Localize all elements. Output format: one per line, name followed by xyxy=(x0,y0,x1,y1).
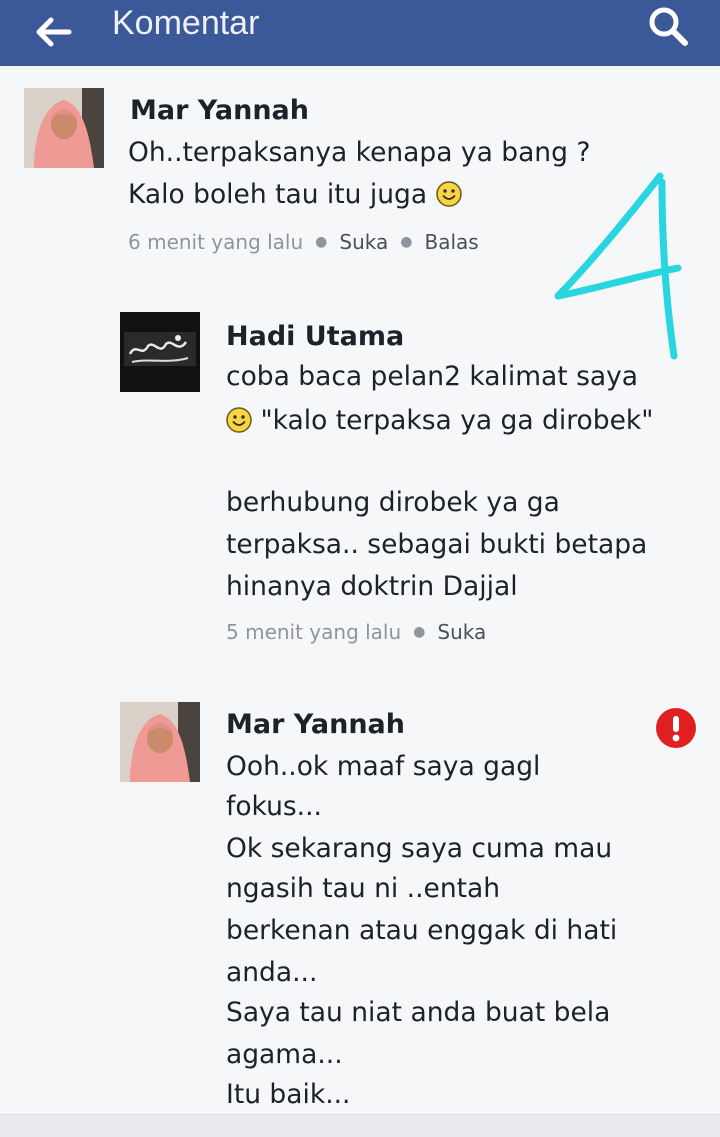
comment-text-line: agama... xyxy=(226,1039,343,1070)
back-button[interactable] xyxy=(30,12,76,52)
comment-timestamp: 6 menit yang lalu xyxy=(128,230,304,254)
comment-text-line: ngasih tau ni ..entah xyxy=(226,873,501,904)
avatar[interactable] xyxy=(120,312,200,392)
comment-text-line: Saya tau niat anda buat bela xyxy=(226,997,611,1028)
comment-text-line: berkenan atau enggak di hati xyxy=(226,915,618,946)
comment-text: Kalo boleh tau itu juga xyxy=(128,179,428,210)
exclamation-icon[interactable] xyxy=(656,708,696,748)
comment-text-line: fokus... xyxy=(226,791,322,822)
comment-text-line: Kalo boleh tau itu juga xyxy=(128,180,462,210)
comment-text-line: anda... xyxy=(226,957,318,988)
avatar-hijab-icon xyxy=(120,702,200,782)
comment-text-line: coba baca pelan2 kalimat saya xyxy=(226,361,639,392)
comment-text-line: hinanya doktrin Dajjal xyxy=(226,571,518,602)
comment-author[interactable]: Mar Yannah xyxy=(130,96,309,126)
like-link[interactable]: Suka xyxy=(339,230,388,254)
black-flag-avatar-icon xyxy=(120,312,200,392)
avatar-hijab-icon xyxy=(24,88,104,168)
annotation-number xyxy=(540,168,690,373)
comment-author[interactable]: Hadi Utama xyxy=(226,322,404,352)
comment-text-line: Ooh..ok maaf saya gagl xyxy=(226,751,541,782)
arrow-left-icon xyxy=(36,17,72,47)
comment-text-line: terpaksa.. sebagai bukti betapa xyxy=(226,529,648,560)
comment-text-line: "kalo terpaksa ya ga dirobek" xyxy=(226,406,653,436)
smile-emoji-icon xyxy=(435,181,462,207)
smile-emoji-icon xyxy=(226,407,252,433)
top-app-bar: Komentar xyxy=(0,0,720,66)
comment-text-line: berhubung dirobek ya ga xyxy=(226,487,560,518)
comment-meta: 5 menit yang lalu ● Suka xyxy=(226,620,486,644)
avatar[interactable] xyxy=(24,88,104,168)
bottom-divider xyxy=(0,1114,720,1137)
comment-text-line: Itu baik... xyxy=(226,1079,351,1110)
like-link[interactable]: Suka xyxy=(437,620,486,644)
comment-text-line: Ok sekarang saya cuma mau xyxy=(226,833,613,864)
comment-text-line: Oh..terpaksanya kenapa ya bang ? xyxy=(128,137,591,168)
page-title: Komentar xyxy=(112,4,260,42)
separator-dot: ● xyxy=(400,234,413,250)
handwritten-4-mark xyxy=(554,172,682,360)
separator-dot: ● xyxy=(315,234,328,250)
comment-text: "kalo terpaksa ya ga dirobek" xyxy=(260,405,654,436)
reply-link[interactable]: Balas xyxy=(424,230,478,254)
exclamation-glyph xyxy=(672,716,680,742)
avatar[interactable] xyxy=(120,702,200,782)
comment-timestamp: 5 menit yang lalu xyxy=(226,620,402,644)
comment-meta: 6 menit yang lalu ● Suka ● Balas xyxy=(128,230,479,254)
separator-dot: ● xyxy=(413,624,426,640)
comment-author[interactable]: Mar Yannah xyxy=(226,710,405,740)
search-button[interactable] xyxy=(640,2,696,50)
search-icon xyxy=(649,7,688,46)
